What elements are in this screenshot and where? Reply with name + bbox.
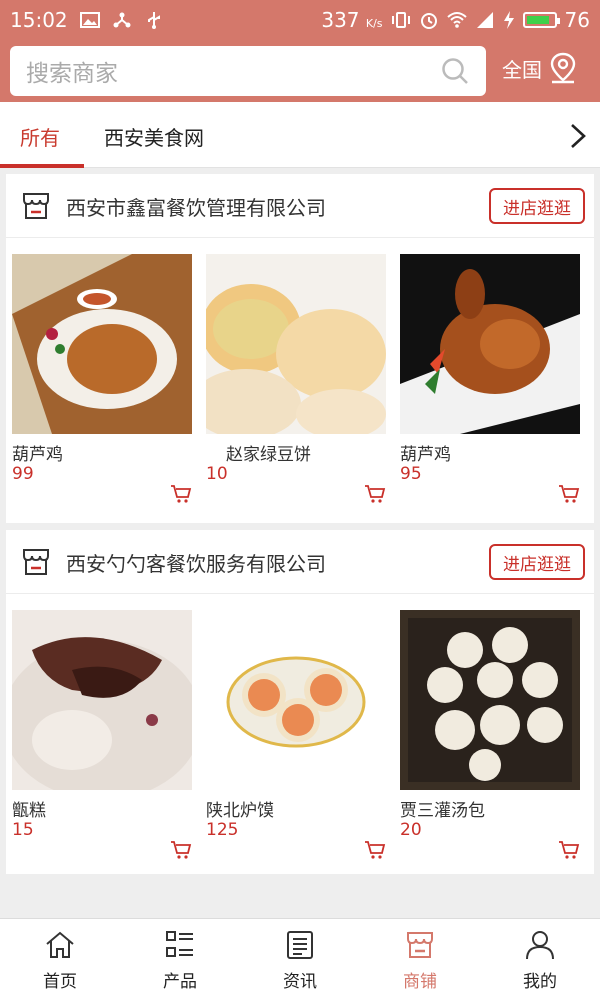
nav-label: 首页 <box>43 972 77 992</box>
cart-icon[interactable] <box>170 840 192 860</box>
nav-shops[interactable]: 商铺 <box>360 919 480 1000</box>
shop-card: 西安市鑫富餐饮管理有限公司 进店逛逛 葫芦鸡 99 赵家绿豆饼 10 葫芦鸡 9… <box>6 174 594 523</box>
category-tabs: 所有 西安美食网 <box>0 102 600 168</box>
tab-xian-food[interactable]: 西安美食网 <box>104 122 204 151</box>
nav-home[interactable]: 首页 <box>0 919 120 1000</box>
product-row: 甑糕 15 陕北炉馍 125 贾三灌汤包 20 <box>6 594 594 874</box>
signal-4g-icon <box>476 12 493 28</box>
product-image[interactable] <box>206 254 386 434</box>
tab-all[interactable]: 所有 <box>20 122 60 151</box>
status-time: 15:02 <box>10 8 68 32</box>
status-bar: 15:02 337 K/s 76 <box>0 0 600 40</box>
product-image[interactable] <box>206 610 386 790</box>
home-icon <box>46 931 74 958</box>
search-icon[interactable] <box>440 56 470 86</box>
product-price: 10 <box>206 464 228 484</box>
shop-card: 西安勺勺客餐饮服务有限公司 进店逛逛 甑糕 15 陕北炉馍 125 贾三灌汤包 … <box>6 530 594 874</box>
product-name: 甑糕 <box>12 801 46 821</box>
nav-label: 产品 <box>163 972 197 992</box>
shop-header: 西安市鑫富餐饮管理有限公司 进店逛逛 <box>6 174 594 238</box>
product-price: 99 <box>12 464 34 484</box>
battery-level: 76 <box>564 8 590 32</box>
nav-news[interactable]: 资讯 <box>240 919 360 1000</box>
battery-icon <box>522 12 560 28</box>
alarm-icon <box>420 13 437 29</box>
product-row: 葫芦鸡 99 赵家绿豆饼 10 葫芦鸡 95 <box>6 238 594 523</box>
cart-icon[interactable] <box>170 484 192 504</box>
net-speed-unit: K/s <box>365 17 383 30</box>
product-image[interactable] <box>12 610 192 790</box>
product-name: 贾三灌汤包 <box>400 801 485 821</box>
bottom-nav: 首页 产品 资讯 商铺 我的 <box>0 918 600 1000</box>
product-price: 125 <box>206 820 239 840</box>
active-tab-indicator <box>0 164 84 168</box>
product-name: 陕北炉馍 <box>206 801 274 821</box>
product-card[interactable]: 陕北炉馍 125 <box>206 610 386 859</box>
search-placeholder: 搜索商家 <box>26 61 118 87</box>
search-input[interactable]: 搜索商家 <box>10 46 486 96</box>
product-image[interactable] <box>400 254 580 434</box>
shop-name: 西安勺勺客餐饮服务有限公司 <box>66 552 326 576</box>
cart-icon[interactable] <box>364 840 386 860</box>
net-speed: 337 <box>321 8 360 32</box>
nav-label: 我的 <box>523 972 557 992</box>
charging-icon <box>503 11 514 29</box>
share-icon <box>113 12 131 28</box>
news-icon <box>287 931 313 959</box>
wifi-icon <box>446 12 467 28</box>
cart-icon[interactable] <box>558 840 580 860</box>
product-price: 95 <box>400 464 422 484</box>
product-image[interactable] <box>400 610 580 790</box>
region-selector[interactable]: 全国 <box>502 52 578 84</box>
product-name: 赵家绿豆饼 <box>226 445 311 465</box>
shop-name: 西安市鑫富餐饮管理有限公司 <box>66 196 326 220</box>
nav-label: 商铺 <box>403 972 437 992</box>
shop-icon <box>23 549 49 575</box>
cart-icon[interactable] <box>558 484 580 504</box>
image-icon <box>79 12 100 28</box>
product-price: 15 <box>12 820 34 840</box>
cart-icon[interactable] <box>364 484 386 504</box>
region-label: 全国 <box>502 57 542 82</box>
product-card[interactable]: 甑糕 15 <box>12 610 192 859</box>
product-card[interactable]: 葫芦鸡 99 <box>12 254 192 503</box>
nav-mine[interactable]: 我的 <box>480 919 600 1000</box>
user-icon <box>526 931 554 960</box>
product-name: 葫芦鸡 <box>400 445 451 465</box>
enter-shop-button[interactable]: 进店逛逛 <box>489 188 585 224</box>
product-image[interactable] <box>12 254 192 434</box>
product-card[interactable]: 贾三灌汤包 20 <box>400 610 580 859</box>
location-pin-icon <box>550 52 576 84</box>
chevron-right-icon[interactable] <box>566 122 590 150</box>
nav-label: 资讯 <box>283 972 317 992</box>
product-name: 葫芦鸡 <box>12 445 63 465</box>
usb-icon <box>147 12 160 29</box>
search-header: 搜索商家 全国 <box>0 40 600 102</box>
product-price: 20 <box>400 820 422 840</box>
shop-header: 西安勺勺客餐饮服务有限公司 进店逛逛 <box>6 530 594 594</box>
shop-icon <box>23 193 49 219</box>
product-card[interactable]: 赵家绿豆饼 10 <box>206 254 386 503</box>
enter-shop-button[interactable]: 进店逛逛 <box>489 544 585 580</box>
grid-list-icon <box>166 931 193 957</box>
vibrate-icon <box>391 12 410 28</box>
product-card[interactable]: 葫芦鸡 95 <box>400 254 580 503</box>
shop-icon <box>407 932 433 958</box>
nav-products[interactable]: 产品 <box>120 919 240 1000</box>
